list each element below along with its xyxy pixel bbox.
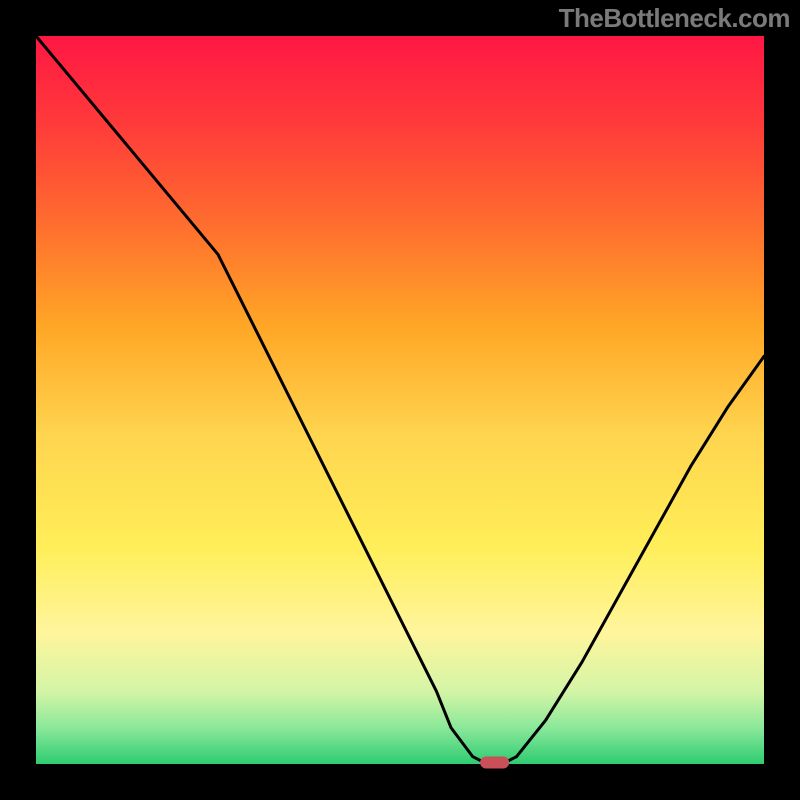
bottleneck-chart: TheBottleneck.com — [0, 0, 800, 800]
chart-svg — [0, 0, 800, 800]
watermark-text: TheBottleneck.com — [559, 3, 790, 34]
optimal-marker — [480, 757, 509, 769]
plot-background — [36, 36, 764, 764]
